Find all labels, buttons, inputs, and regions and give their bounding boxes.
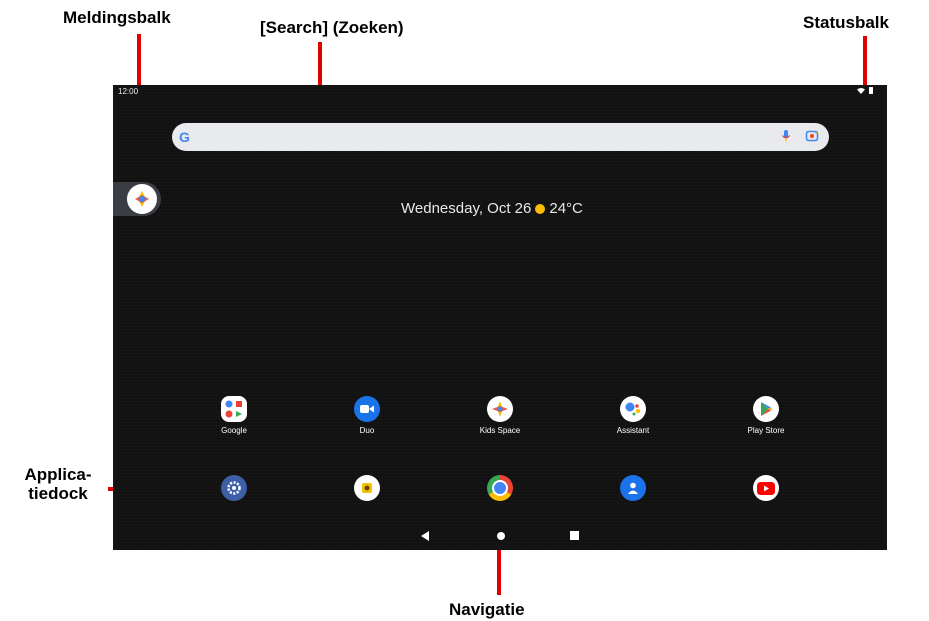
lens-icon[interactable] <box>805 129 819 143</box>
play-store-icon <box>753 396 779 422</box>
google-folder-icon <box>221 396 247 422</box>
camera-icon <box>354 475 380 501</box>
temperature-text: 24°C <box>549 200 583 217</box>
app-play-store[interactable]: Play Store <box>726 396 806 435</box>
callout-status-bar: Statusbalk <box>803 13 889 32</box>
back-icon[interactable] <box>421 531 430 541</box>
callout-navigation: Navigatie <box>449 600 525 619</box>
side-panel-tab[interactable] <box>113 182 161 216</box>
status-icons <box>857 87 873 94</box>
date-text: Wednesday, Oct 26 <box>401 200 532 217</box>
assistant-icon <box>620 396 646 422</box>
wifi-icon <box>857 87 865 94</box>
app-google[interactable]: Google <box>194 396 274 435</box>
tablet-home-screen: 12:00 G Wednesday, Oct 26 24°C Google Du… <box>113 85 887 550</box>
battery-icon <box>869 87 873 94</box>
contacts-icon <box>620 475 646 501</box>
callout-app-dock: Applica- tiedock <box>6 465 110 503</box>
kids-space-side-icon <box>127 184 157 214</box>
settings-icon <box>221 475 247 501</box>
kids-space-icon <box>487 396 513 422</box>
callout-line-status <box>863 36 867 90</box>
app-duo[interactable]: Duo <box>327 396 407 435</box>
dock-youtube[interactable] <box>726 475 806 501</box>
callout-app-dock-line1: Applica- <box>24 465 92 484</box>
callout-search: [Search] (Zoeken) <box>260 18 404 37</box>
app-play-store-label: Play Store <box>747 426 785 435</box>
recents-icon[interactable] <box>570 531 579 540</box>
mic-icon[interactable] <box>781 129 791 143</box>
youtube-icon <box>753 475 779 501</box>
app-kids-space[interactable]: Kids Space <box>460 396 540 435</box>
dock-settings[interactable] <box>194 475 274 501</box>
chrome-center <box>492 480 508 496</box>
app-kids-space-label: Kids Space <box>479 426 521 435</box>
callout-notification-bar: Meldingsbalk <box>63 8 171 27</box>
callout-app-dock-line2: tiedock <box>28 484 88 503</box>
search-bar[interactable]: G <box>172 123 829 151</box>
duo-icon <box>354 396 380 422</box>
dock-contacts[interactable] <box>593 475 673 501</box>
google-logo-icon: G <box>179 129 190 145</box>
weather-sun-icon <box>535 203 546 214</box>
dock-camera[interactable] <box>327 475 407 501</box>
home-icon[interactable] <box>496 531 506 541</box>
app-assistant-label: Assistant <box>616 426 650 435</box>
chrome-icon <box>487 475 513 501</box>
app-google-label: Google <box>221 426 247 435</box>
app-assistant[interactable]: Assistant <box>593 396 673 435</box>
app-duo-label: Duo <box>359 426 375 435</box>
date-weather-widget[interactable]: Wednesday, Oct 26 24°C <box>401 200 583 217</box>
dock-chrome[interactable] <box>460 475 540 501</box>
callout-line-navigation <box>497 545 501 595</box>
callout-line-notification <box>137 34 141 90</box>
status-time: 12:00 <box>118 87 139 96</box>
